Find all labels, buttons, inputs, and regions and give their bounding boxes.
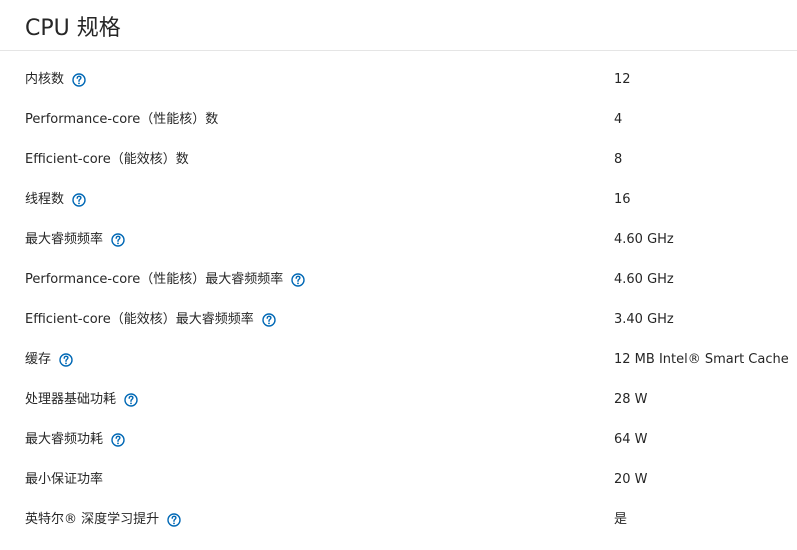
spec-row: 缓存 12 MB Intel® Smart Cache	[0, 340, 797, 380]
spec-header: CPU 规格	[0, 0, 797, 51]
spec-row: 处理器基础功耗 28 W	[0, 380, 797, 420]
spec-row: 英特尔® 深度学习提升 是	[0, 500, 797, 540]
spec-label-wrap: Efficient-core（能效核）最大睿频频率	[25, 310, 276, 330]
question-circle-icon[interactable]	[59, 353, 73, 367]
spec-value: 4.60 GHz	[614, 272, 674, 287]
spec-label: 最小保证功率	[25, 472, 104, 487]
spec-row: 线程数 16	[0, 180, 797, 220]
spec-label: 英特尔® 深度学习提升	[25, 512, 160, 527]
spec-label: 缓存	[25, 352, 52, 367]
spec-label-wrap: 缓存	[25, 350, 73, 370]
spec-label: 最大睿频功耗	[25, 432, 104, 447]
spec-label-wrap: 内核数	[25, 70, 86, 90]
spec-row: Efficient-core（能效核）最大睿频频率 3.40 GHz	[0, 300, 797, 340]
spec-row: 内核数 12	[0, 60, 797, 100]
spec-label: 最大睿频频率	[25, 232, 104, 247]
spec-value: 64 W	[614, 432, 648, 447]
spec-value: 8	[614, 152, 623, 167]
question-circle-icon[interactable]	[262, 313, 276, 327]
spec-value: 4.60 GHz	[614, 232, 674, 247]
page-title: CPU 规格	[25, 16, 121, 41]
spec-value: 3.40 GHz	[614, 312, 674, 327]
spec-value: 4	[614, 112, 623, 127]
spec-list: 内核数 12 Performance-core（性能核）数 4 Efficien…	[0, 60, 797, 540]
spec-row: Performance-core（性能核）数 4	[0, 100, 797, 140]
question-circle-icon[interactable]	[72, 73, 86, 87]
spec-row: 最小保证功率 20 W	[0, 460, 797, 500]
spec-label: 线程数	[25, 192, 65, 207]
cpu-spec-page: CPU 规格 内核数 12 Performance-core（性能核）数 4 E…	[0, 0, 797, 550]
question-circle-icon[interactable]	[111, 233, 125, 247]
spec-row: 最大睿频功耗 64 W	[0, 420, 797, 460]
question-circle-icon[interactable]	[124, 393, 138, 407]
spec-label-wrap: 处理器基础功耗	[25, 390, 138, 410]
spec-label-wrap: Performance-core（性能核）数	[25, 110, 218, 130]
spec-value: 20 W	[614, 472, 648, 487]
question-circle-icon[interactable]	[167, 513, 181, 527]
spec-row: Efficient-core（能效核）数 8	[0, 140, 797, 180]
spec-label: Efficient-core（能效核）最大睿频频率	[25, 312, 254, 327]
spec-value: 12	[614, 72, 631, 87]
spec-label-wrap: 最大睿频频率	[25, 230, 125, 250]
spec-row: 最大睿频频率 4.60 GHz	[0, 220, 797, 260]
spec-label-wrap: 最大睿频功耗	[25, 430, 125, 450]
spec-label-wrap: 最小保证功率	[25, 470, 103, 490]
spec-label: Performance-core（性能核）数	[25, 112, 219, 127]
question-circle-icon[interactable]	[111, 433, 125, 447]
spec-label: 内核数	[25, 72, 65, 87]
spec-value: 16	[614, 192, 631, 207]
spec-value: 12 MB Intel® Smart Cache	[614, 352, 789, 367]
spec-value: 28 W	[614, 392, 648, 407]
question-circle-icon[interactable]	[291, 273, 305, 287]
spec-label-wrap: 线程数	[25, 190, 86, 210]
spec-label: Efficient-core（能效核）数	[25, 152, 189, 167]
spec-label: Performance-core（性能核）最大睿频频率	[25, 272, 284, 287]
spec-row: Performance-core（性能核）最大睿频频率 4.60 GHz	[0, 260, 797, 300]
spec-label-wrap: Efficient-core（能效核）数	[25, 150, 189, 170]
spec-label: 处理器基础功耗	[25, 392, 117, 407]
spec-label-wrap: 英特尔® 深度学习提升	[25, 510, 181, 530]
spec-value: 是	[614, 512, 628, 527]
spec-label-wrap: Performance-core（性能核）最大睿频频率	[25, 270, 305, 290]
question-circle-icon[interactable]	[72, 193, 86, 207]
